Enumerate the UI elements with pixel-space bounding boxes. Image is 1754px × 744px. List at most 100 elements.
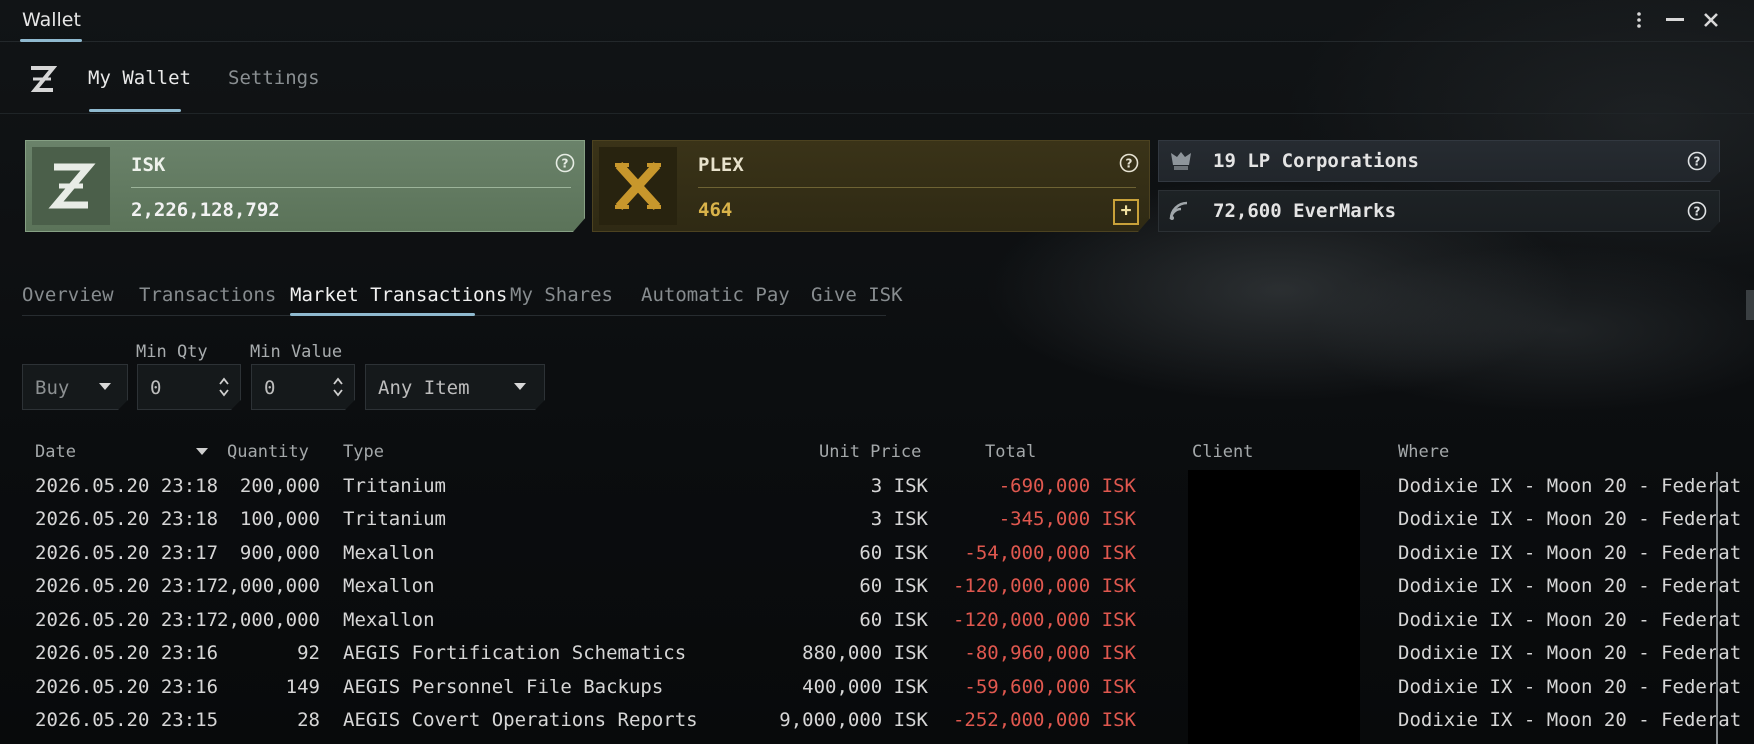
my-wallet-tab-underline	[89, 109, 181, 112]
window-menu-button[interactable]	[1624, 6, 1654, 34]
tab-overview[interactable]: Overview	[22, 284, 114, 306]
header-client[interactable]: Client	[1192, 442, 1253, 462]
buy-plex-button[interactable]: +	[1113, 199, 1139, 225]
min-qty-value: 0	[150, 377, 162, 399]
cell-total: -54,000,000 ISK	[964, 542, 1136, 564]
svg-text:?: ?	[562, 157, 569, 171]
cell-total: -345,000 ISK	[998, 508, 1136, 530]
cell-quantity: 2,000,000	[217, 575, 320, 597]
cell-unit-price: 60 ISK	[859, 542, 928, 564]
header-quantity[interactable]: Quantity	[227, 442, 309, 462]
lp-corporation-icon	[1167, 149, 1195, 173]
tab-give-isk[interactable]: Give ISK	[811, 284, 903, 306]
evermarks-label: 72,600 EverMarks	[1213, 200, 1397, 222]
client-column-redacted	[1188, 470, 1360, 744]
cell-date: 2026.05.20 23:17	[35, 542, 219, 564]
min-value-input[interactable]: 0	[251, 364, 355, 410]
cell-quantity: 28	[297, 709, 320, 731]
table-scrollbar[interactable]	[1716, 472, 1718, 744]
header-unit-price[interactable]: Unit Price	[819, 442, 921, 462]
isk-card[interactable]: ISK 2,226,128,792 ?	[25, 140, 585, 232]
window-title: Wallet	[22, 9, 81, 31]
tab-settings[interactable]: Settings	[228, 67, 320, 89]
cell-where: Dodixie IX - Moon 20 - Federat	[1398, 475, 1742, 497]
cell-quantity: 149	[285, 676, 320, 698]
cell-where: Dodixie IX - Moon 20 - Federat	[1398, 676, 1742, 698]
header-divider	[0, 113, 1754, 114]
title-bar[interactable]: Wallet	[0, 0, 1754, 42]
cell-date: 2026.05.20 23:18	[35, 508, 219, 530]
cell-date: 2026.05.20 23:17	[35, 575, 219, 597]
isk-icon-box	[32, 147, 110, 225]
lp-corporations-row[interactable]: 19 LP Corporations ?	[1158, 140, 1720, 182]
tab-market-transactions[interactable]: Market Transactions	[290, 284, 507, 306]
isk-balance: 2,226,128,792	[131, 199, 280, 221]
plex-x-icon	[599, 147, 677, 225]
table-row[interactable]: 2026.05.20 23:17 900,000 Mexallon 60 ISK…	[0, 537, 1741, 570]
cell-unit-price: 60 ISK	[859, 609, 928, 631]
cell-type: Mexallon	[343, 575, 435, 597]
header-total[interactable]: Total	[985, 442, 1036, 462]
header-type[interactable]: Type	[343, 442, 384, 462]
plex-balance: 464	[698, 199, 733, 221]
tab-my-shares[interactable]: My Shares	[510, 284, 613, 306]
sort-desc-icon[interactable]	[196, 448, 208, 455]
cell-unit-price: 3 ISK	[870, 475, 928, 497]
cell-unit-price: 400,000 ISK	[802, 676, 928, 698]
item-select-value: Any Item	[378, 377, 470, 399]
stepper-icon[interactable]	[332, 376, 344, 398]
min-qty-input[interactable]: 0	[137, 364, 241, 410]
table-row[interactable]: 2026.05.20 23:17 2,000,000 Mexallon 60 I…	[0, 570, 1741, 603]
cell-type: Mexallon	[343, 542, 435, 564]
min-value-label: Min Value	[250, 342, 343, 362]
cell-unit-price: 880,000 ISK	[802, 642, 928, 664]
table-row[interactable]: 2026.05.20 23:15 28 AEGIS Covert Operati…	[0, 704, 1741, 737]
chevron-down-icon	[99, 383, 111, 390]
market-transactions-underline	[290, 313, 475, 316]
cell-where: Dodixie IX - Moon 20 - Federat	[1398, 709, 1742, 731]
svg-text:?: ?	[1126, 157, 1133, 171]
cell-date: 2026.05.20 23:16	[35, 642, 219, 664]
cell-total: -59,600,000 ISK	[964, 676, 1136, 698]
cell-quantity: 92	[297, 642, 320, 664]
chevron-down-icon	[514, 383, 526, 390]
min-qty-label: Min Qty	[136, 342, 208, 362]
plus-icon: +	[1120, 200, 1132, 221]
cell-date: 2026.05.20 23:16	[35, 676, 219, 698]
table-row[interactable]: 2026.05.20 23:18 100,000 Tritanium 3 ISK…	[0, 503, 1741, 536]
isk-z-icon	[32, 147, 110, 225]
cell-where: Dodixie IX - Moon 20 - Federat	[1398, 542, 1742, 564]
header-where[interactable]: Where	[1398, 442, 1449, 462]
evermarks-help-icon[interactable]: ?	[1687, 201, 1707, 221]
tab-my-wallet[interactable]: My Wallet	[88, 67, 191, 89]
cell-quantity: 200,000	[239, 475, 320, 497]
evermarks-row[interactable]: 72,600 EverMarks ?	[1158, 190, 1720, 232]
plex-help-icon[interactable]: ?	[1119, 153, 1139, 173]
window-close-button[interactable]	[1696, 6, 1726, 34]
close-icon	[1704, 13, 1718, 27]
isk-divider	[131, 187, 571, 188]
table-row[interactable]: 2026.05.20 23:17 2,000,000 Mexallon 60 I…	[0, 604, 1741, 637]
cell-where: Dodixie IX - Moon 20 - Federat	[1398, 508, 1742, 530]
table-row[interactable]: 2026.05.20 23:16 92 AEGIS Fortification …	[0, 637, 1741, 670]
buy-sell-value: Buy	[35, 377, 70, 399]
tab-transactions[interactable]: Transactions	[139, 284, 276, 306]
item-select[interactable]: Any Item	[365, 364, 545, 410]
cell-type: AEGIS Personnel File Backups	[343, 676, 664, 698]
window-minimize-button[interactable]	[1660, 6, 1690, 34]
header-date[interactable]: Date	[35, 442, 76, 462]
plex-label: PLEX	[698, 154, 744, 176]
window-edge-handle[interactable]	[1746, 290, 1754, 320]
buy-sell-select[interactable]: Buy	[22, 364, 128, 410]
table-row[interactable]: 2026.05.20 23:18 200,000 Tritanium 3 ISK…	[0, 470, 1741, 503]
isk-help-icon[interactable]: ?	[555, 153, 575, 173]
lp-help-icon[interactable]: ?	[1687, 151, 1707, 171]
table-row[interactable]: 2026.05.20 23:16 149 AEGIS Personnel Fil…	[0, 671, 1741, 704]
stepper-icon[interactable]	[218, 376, 230, 398]
cell-unit-price: 60 ISK	[859, 575, 928, 597]
cell-total: -120,000,000 ISK	[952, 609, 1136, 631]
tab-automatic-pay[interactable]: Automatic Pay	[641, 284, 790, 306]
cell-type: AEGIS Fortification Schematics	[343, 642, 687, 664]
plex-card[interactable]: PLEX 464 ? +	[592, 140, 1150, 232]
plex-icon-box	[599, 147, 677, 225]
